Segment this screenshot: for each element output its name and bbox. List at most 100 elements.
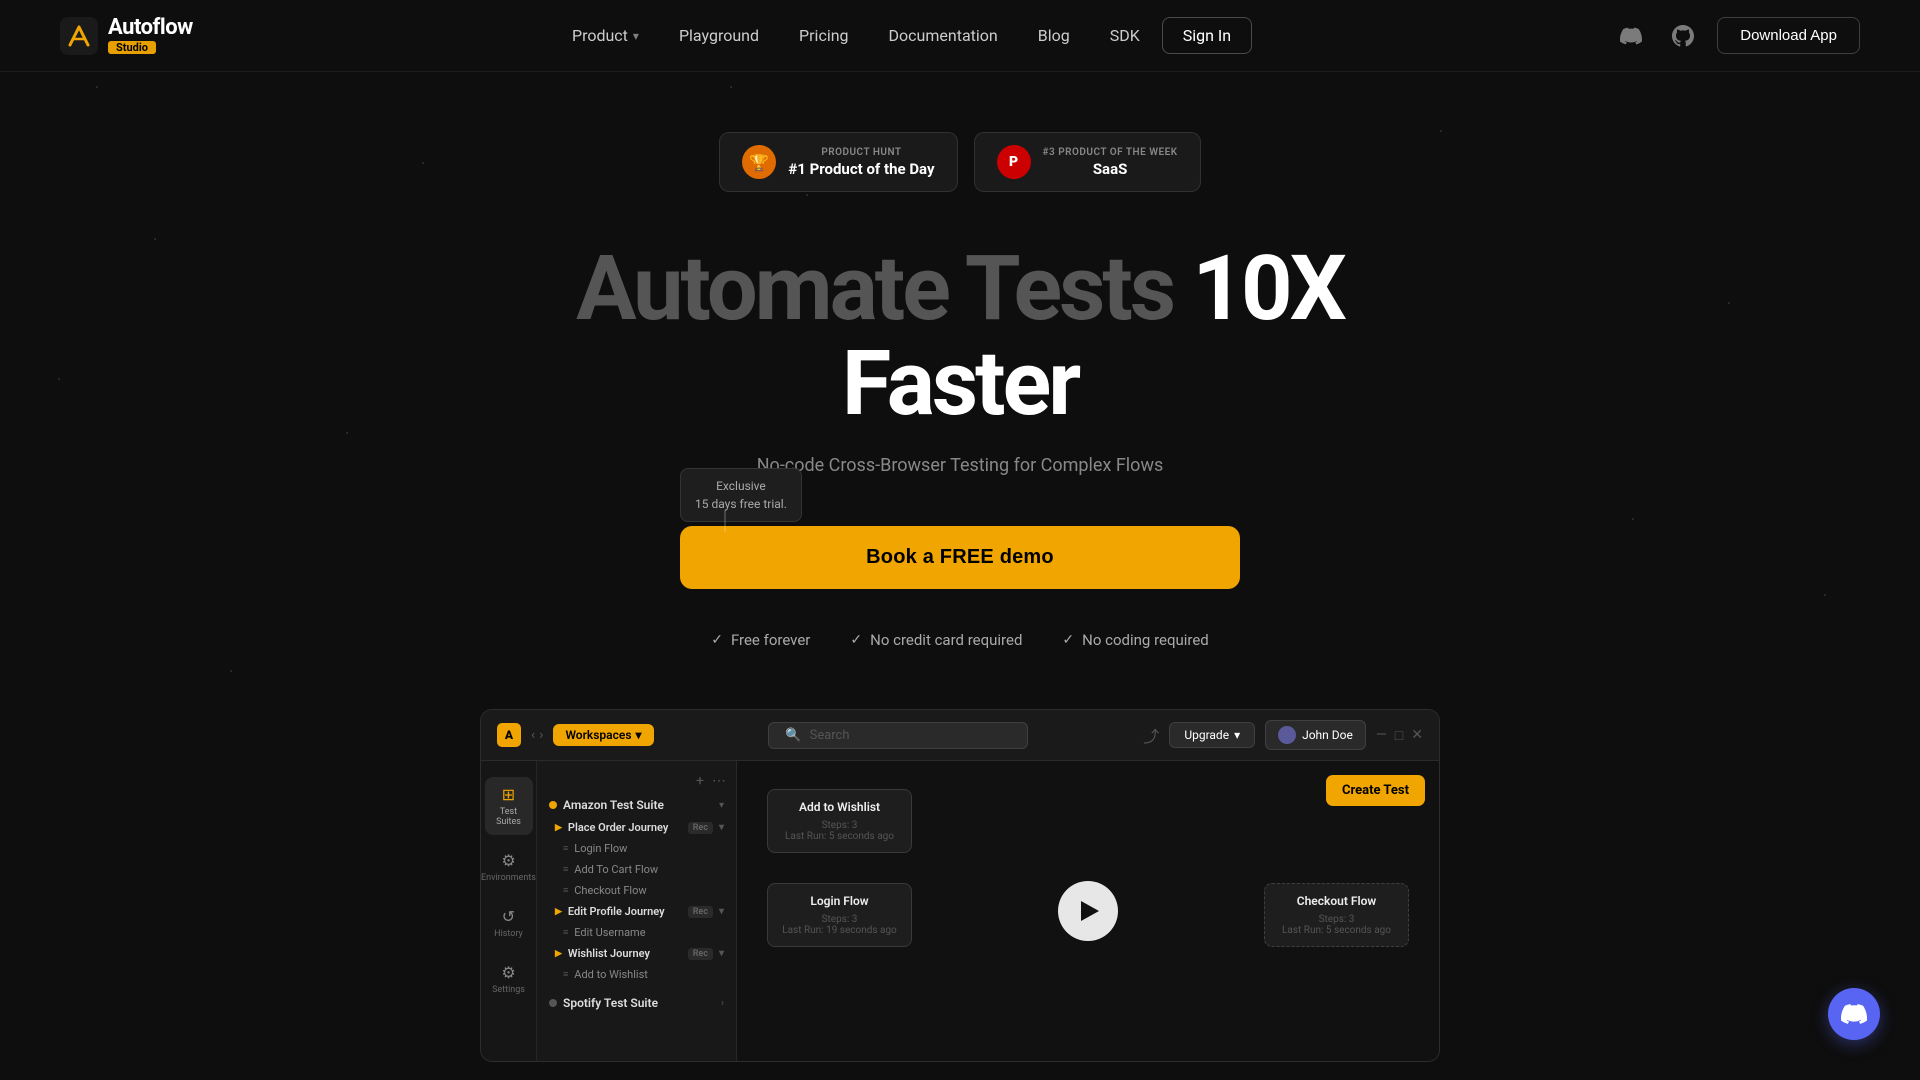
nav-sdk[interactable]: SDK	[1092, 18, 1158, 53]
close-button[interactable]: ✕	[1411, 727, 1423, 744]
wishlist-badge: Rec	[688, 948, 713, 960]
workspaces-arrow: ▾	[635, 728, 641, 742]
user-menu[interactable]: John Doe	[1265, 720, 1366, 750]
wishlist-journey[interactable]: ▶ Wishlist Journey Rec ▾	[543, 943, 730, 964]
settings-label: Settings	[492, 985, 525, 995]
canvas-node-login[interactable]: Login Flow Steps: 3 Last Run: 19 seconds…	[767, 883, 912, 947]
add-to-cart-icon: ≡	[563, 864, 568, 875]
edit-username-icon: ≡	[563, 927, 568, 938]
checkout-flow-item[interactable]: ≡ Checkout Flow	[543, 880, 730, 901]
back-arrow[interactable]: ‹	[531, 727, 535, 743]
workspaces-button[interactable]: Workspaces ▾	[553, 724, 653, 746]
download-app-button[interactable]: Download App	[1717, 17, 1860, 54]
check-free-forever: ✓ Free forever	[711, 631, 810, 649]
sidebar-test-suites[interactable]: ⊞ Test Suites	[485, 777, 533, 835]
cta-book-demo-button[interactable]: Book a FREE demo	[680, 526, 1240, 589]
app-search-bar[interactable]: 🔍 Search	[768, 722, 1028, 749]
journey-icon-2: ▶	[555, 907, 562, 917]
environments-label: Environments	[481, 873, 536, 883]
exclusive-sub: 15 days free trial.	[695, 497, 787, 511]
sidebar-history[interactable]: ↺ History	[485, 899, 533, 947]
logo[interactable]: Autoflow Studio	[60, 17, 193, 55]
share-icon[interactable]: ⤴	[1143, 723, 1159, 747]
upgrade-label: Upgrade	[1184, 728, 1229, 742]
amazon-suite-header[interactable]: Amazon Test Suite ▾	[543, 793, 730, 817]
product-week-icon: P	[997, 145, 1031, 179]
spotify-suite-label: Spotify Test Suite	[563, 996, 658, 1010]
hero-headline: Automate Tests 10X Faster	[510, 242, 1410, 431]
spotify-suite-header[interactable]: Spotify Test Suite ›	[543, 991, 730, 1015]
hero-section: 🏆 PRODUCT HUNT #1 Product of the Day P #…	[0, 72, 1920, 1062]
wishlist-label: Wishlist Journey	[568, 947, 650, 960]
amazon-suite-dot	[549, 801, 557, 809]
edit-profile-journey[interactable]: ▶ Edit Profile Journey Rec ▾	[543, 901, 730, 922]
app-titlebar: A ‹ › Workspaces ▾ 🔍 Search ⤴ Upgrade ▾	[481, 710, 1439, 761]
create-test-button[interactable]: Create Test	[1326, 775, 1425, 806]
edit-profile-journey-group: ▶ Edit Profile Journey Rec ▾ ≡ Edit User…	[543, 901, 730, 943]
app-canvas: Create Test Add to Wishlist Steps: 3 Las…	[737, 761, 1439, 1061]
badge-product-hunt: 🏆 PRODUCT HUNT #1 Product of the Day	[719, 132, 957, 192]
user-name: John Doe	[1302, 728, 1353, 742]
logo-icon	[60, 17, 98, 55]
headline-dim: Automate Tests	[576, 236, 1192, 341]
nav-product[interactable]: Product	[554, 18, 657, 53]
add-to-cart-item[interactable]: ≡ Add To Cart Flow	[543, 859, 730, 880]
edit-username-item[interactable]: ≡ Edit Username	[543, 922, 730, 943]
nav-documentation[interactable]: Documentation	[871, 18, 1016, 53]
edit-username-label: Edit Username	[574, 926, 645, 939]
upgrade-button[interactable]: Upgrade ▾	[1169, 722, 1255, 748]
node-wishlist-title: Add to Wishlist	[782, 800, 897, 814]
sidebar-settings[interactable]: ⚙ Settings	[485, 955, 533, 1003]
environments-icon: ⚙	[501, 851, 515, 870]
checkout-flow-label: Checkout Flow	[574, 884, 646, 897]
app-screenshot: A ‹ › Workspaces ▾ 🔍 Search ⤴ Upgrade ▾	[480, 709, 1440, 1062]
nav-blog[interactable]: Blog	[1020, 18, 1088, 53]
sign-in-button[interactable]: Sign In	[1162, 17, 1252, 54]
test-suites-label: Test Suites	[493, 807, 525, 827]
user-avatar	[1278, 726, 1296, 744]
add-to-wishlist-label: Add to Wishlist	[574, 968, 648, 981]
check-no-coding: ✓ No coding required	[1062, 631, 1208, 649]
history-label: History	[494, 929, 523, 939]
canvas-node-checkout[interactable]: Checkout Flow Steps: 3 Last Run: 5 secon…	[1264, 883, 1409, 947]
suite-options-button[interactable]: ⋯	[712, 773, 726, 789]
discord-nav-icon[interactable]	[1613, 18, 1649, 54]
add-suite-button[interactable]: +	[696, 773, 704, 789]
amazon-suite-name: Amazon Test Suite	[549, 798, 664, 812]
place-order-journey[interactable]: ▶ Place Order Journey Rec ▾	[543, 817, 730, 838]
amazon-suite-label: Amazon Test Suite	[563, 798, 664, 812]
amazon-suite: Amazon Test Suite ▾ ▶ Place Order Journe…	[537, 793, 736, 985]
nav-pricing[interactable]: Pricing	[781, 18, 867, 53]
node-wishlist-steps: Steps: 3	[782, 820, 897, 831]
product-hunt-icon: 🏆	[742, 145, 776, 179]
amazon-suite-arrow: ▾	[719, 800, 724, 811]
add-to-wishlist-item[interactable]: ≡ Add to Wishlist	[543, 964, 730, 985]
canvas-node-wishlist[interactable]: Add to Wishlist Steps: 3 Last Run: 5 sec…	[767, 789, 912, 853]
sidebar-environments[interactable]: ⚙ Environments	[485, 843, 533, 891]
app-nav-arrows: ‹ ›	[531, 727, 543, 743]
node-wishlist-run: Last Run: 5 seconds ago	[782, 831, 897, 842]
check-label-2: No credit card required	[870, 631, 1022, 649]
login-flow-item[interactable]: ≡ Login Flow	[543, 838, 730, 859]
node-login-title: Login Flow	[782, 894, 897, 908]
forward-arrow[interactable]: ›	[539, 727, 543, 743]
place-order-badge: Rec	[688, 822, 713, 834]
minimize-button[interactable]: —	[1376, 727, 1387, 744]
wishlist-arrow: ▾	[719, 948, 724, 959]
play-button[interactable]	[1058, 881, 1118, 941]
spotify-suite-dot	[549, 999, 557, 1007]
exclusive-bubble: Exclusive 15 days free trial.	[680, 468, 802, 522]
node-checkout-run: Last Run: 5 seconds ago	[1279, 925, 1394, 936]
hero-checks: ✓ Free forever ✓ No credit card required…	[711, 631, 1209, 649]
settings-icon: ⚙	[501, 963, 515, 982]
github-nav-icon[interactable]	[1665, 18, 1701, 54]
window-controls: — □ ✕	[1376, 727, 1423, 744]
check-icon-3: ✓	[1062, 632, 1074, 648]
badge-saas: P #3 PRODUCT OF THE WEEK SaaS	[974, 132, 1201, 192]
nav-playground[interactable]: Playground	[661, 18, 777, 53]
exclusive-title: Exclusive	[716, 479, 766, 493]
place-order-journey-group: ▶ Place Order Journey Rec ▾ ≡ Login Flow…	[543, 817, 730, 901]
maximize-button[interactable]: □	[1395, 727, 1403, 744]
app-icon-sidebar: ⊞ Test Suites ⚙ Environments ↺ History ⚙…	[481, 761, 537, 1061]
journey-icon-3: ▶	[555, 949, 562, 959]
